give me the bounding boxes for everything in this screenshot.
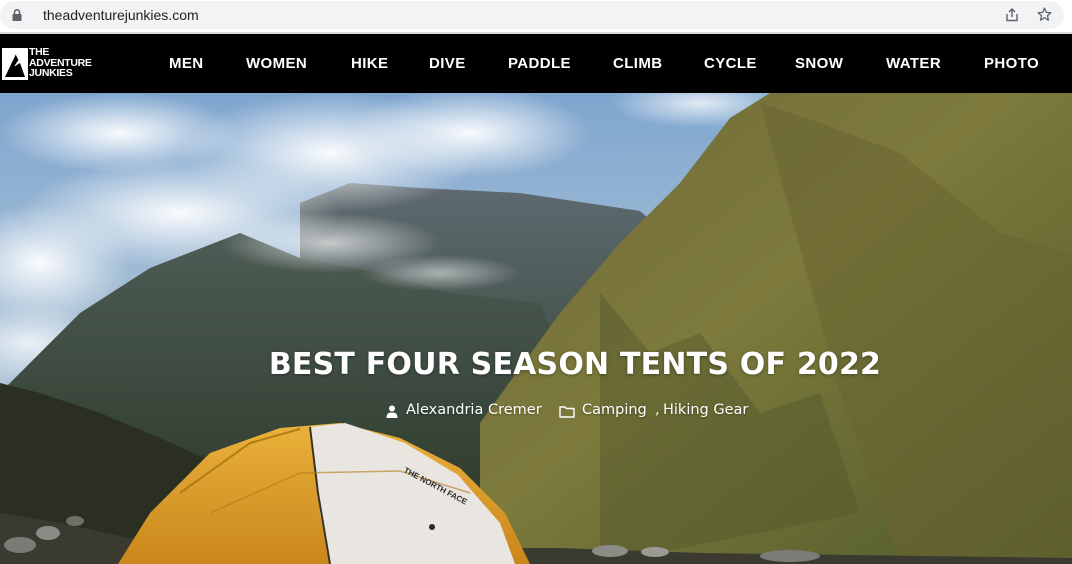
share-icon[interactable] (1004, 7, 1020, 23)
nav-item-women[interactable]: WOMEN (246, 55, 307, 72)
star-icon[interactable] (1036, 6, 1053, 23)
user-icon (386, 405, 398, 418)
category-link-hiking-gear[interactable]: Hiking Gear (663, 402, 748, 418)
nav-item-paddle[interactable]: PADDLE (508, 55, 571, 72)
logo-mountain-icon (2, 48, 28, 80)
url-field[interactable]: theadventurejunkies.com (0, 1, 1064, 29)
url-text[interactable]: theadventurejunkies.com (43, 7, 199, 23)
nav-item-men[interactable]: MEN (169, 55, 204, 72)
nav-item-hike[interactable]: HIKE (351, 55, 388, 72)
author-link[interactable]: Alexandria Cremer (406, 402, 542, 418)
nav-item-cycle[interactable]: CYCLE (704, 55, 757, 72)
site-logo[interactable]: THE ADVENTURE JUNKIES (0, 47, 100, 81)
category-separator: , (655, 402, 660, 418)
nav-item-photo[interactable]: PHOTO (984, 55, 1039, 72)
category-link-camping[interactable]: Camping (582, 402, 647, 418)
site-navigation: THE ADVENTURE JUNKIES MEN WOMEN HIKE DIV… (0, 34, 1072, 93)
article-title: BEST FOUR SEASON TENTS OF 2022 (268, 347, 882, 382)
logo-line-1: THE (29, 46, 50, 58)
nav-item-climb[interactable]: CLIMB (613, 55, 663, 72)
logo-text: THE ADVENTURE JUNKIES (29, 47, 92, 79)
nav-item-dive[interactable]: DIVE (429, 55, 466, 72)
browser-address-bar: theadventurejunkies.com (0, 0, 1072, 32)
nav-item-snow[interactable]: SNOW (795, 55, 843, 72)
nav-item-water[interactable]: WATER (886, 55, 941, 72)
hero-banner: THE NORTH FACE BEST FOUR SEASON TENTS OF… (0, 93, 1072, 564)
logo-line-3: JUNKIES (29, 67, 73, 79)
lock-icon[interactable] (10, 8, 24, 22)
hero-landscape-image: THE NORTH FACE (0, 93, 1072, 564)
folder-icon (559, 406, 575, 418)
